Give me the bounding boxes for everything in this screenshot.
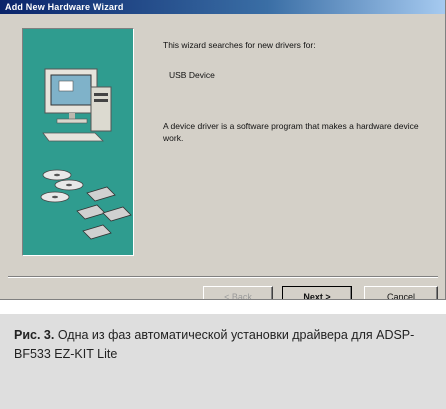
- wizard-illustration-panel: [22, 28, 134, 256]
- floppy-disk-icon: [76, 186, 132, 240]
- next-button[interactable]: Next >: [282, 286, 352, 299]
- caption-text: Одна из фаз автоматической установки дра…: [14, 328, 415, 361]
- search-intro-text: This wizard searches for new drivers for…: [163, 40, 316, 50]
- caption-paragraph: Рис. 3. Одна из фаз автоматической устан…: [14, 326, 432, 364]
- wizard-illustration: [40, 68, 132, 240]
- title-bar[interactable]: Add New Hardware Wizard: [0, 0, 445, 14]
- computer-icon: [42, 68, 112, 142]
- driver-description-text: A device driver is a software program th…: [163, 121, 419, 143]
- device-name-text: USB Device: [169, 70, 215, 80]
- caption-label: Рис. 3.: [14, 328, 55, 342]
- spacer-strip: [0, 300, 446, 314]
- back-button[interactable]: < Back: [203, 286, 273, 299]
- wizard-window: Add New Hardware Wizard This wizard sear…: [0, 0, 446, 300]
- cd-disc-icon: [40, 169, 84, 203]
- cancel-button[interactable]: Cancel: [364, 286, 438, 299]
- button-separator: [8, 276, 438, 278]
- figure-caption: Рис. 3. Одна из фаз автоматической устан…: [0, 314, 446, 409]
